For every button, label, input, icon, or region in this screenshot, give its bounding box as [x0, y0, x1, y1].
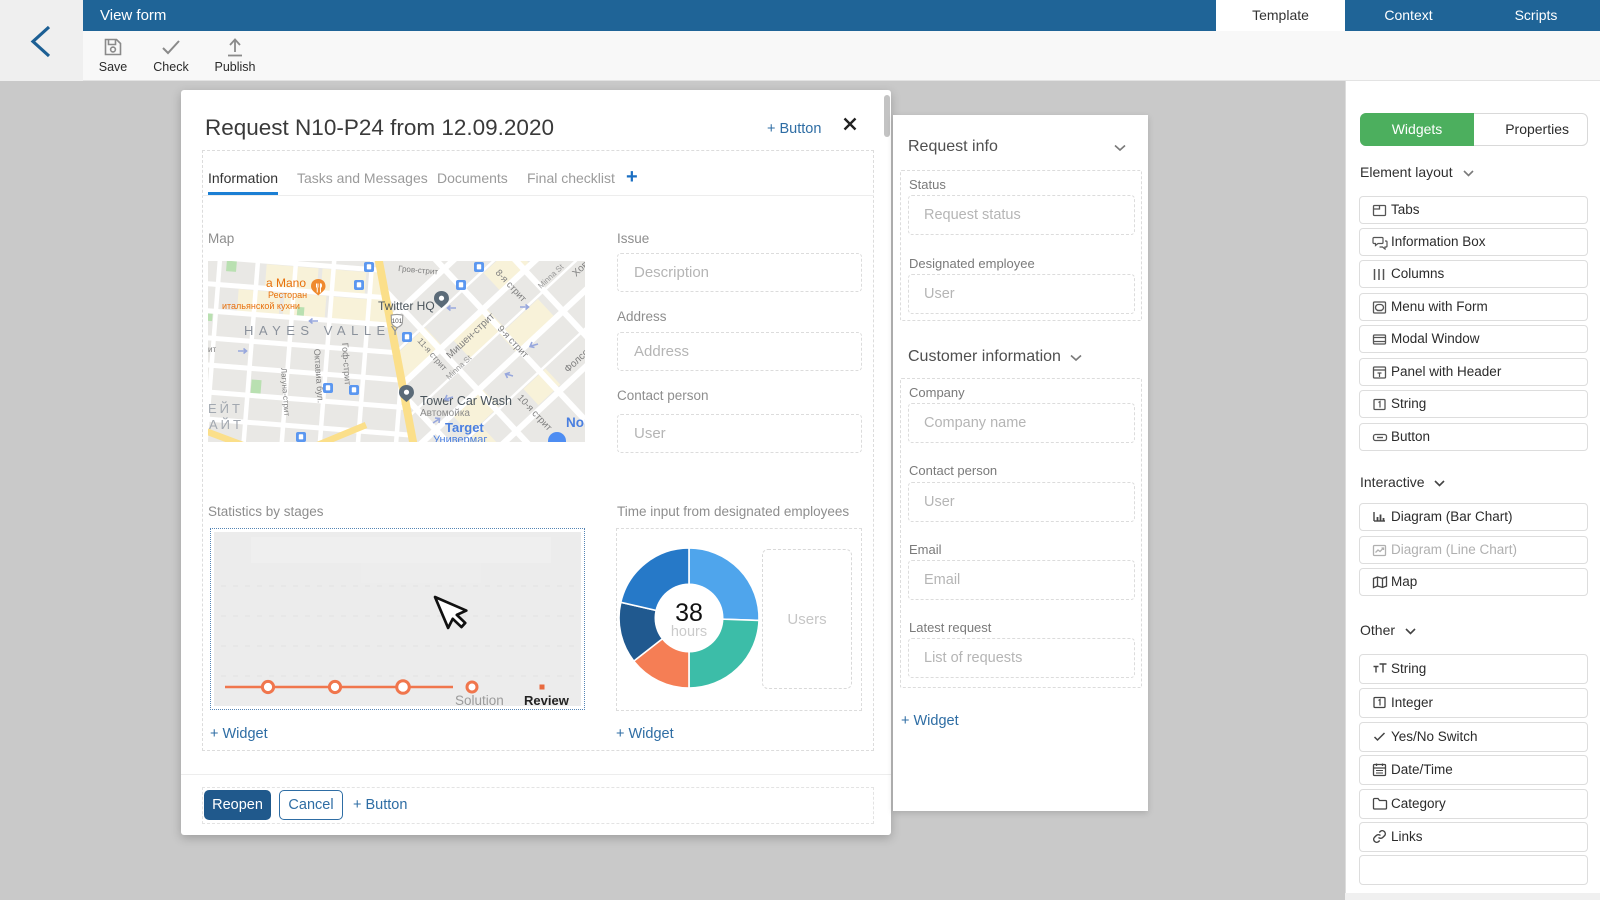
svg-text:АЙТ: АЙТ: [209, 417, 244, 432]
svg-text:итальянской кухни: итальянской кухни: [222, 301, 300, 311]
svg-text:Solution: Solution: [455, 693, 504, 708]
svg-text:Tower Car Wash: Tower Car Wash: [420, 394, 512, 408]
svg-text:Twitter HQ: Twitter HQ: [378, 299, 435, 313]
svg-text:Универмаг: Универмаг: [433, 434, 487, 442]
svg-text:Review: Review: [524, 693, 570, 708]
svg-text:ЕЙТ: ЕЙТ: [208, 401, 243, 416]
svg-text:38: 38: [675, 599, 703, 627]
svg-text:Target: Target: [445, 420, 484, 435]
svg-text:101: 101: [392, 318, 403, 325]
svg-text:HAYES VALLEY: HAYES VALLEY: [244, 323, 405, 338]
svg-text:Nor: Nor: [566, 415, 585, 430]
svg-text:ит: ит: [208, 345, 216, 354]
svg-text:a Mano: a Mano: [266, 276, 306, 290]
svg-text:Автомойка: Автомойка: [420, 408, 470, 419]
svg-text:Ресторан: Ресторан: [268, 290, 307, 300]
svg-text:hours: hours: [671, 624, 707, 640]
